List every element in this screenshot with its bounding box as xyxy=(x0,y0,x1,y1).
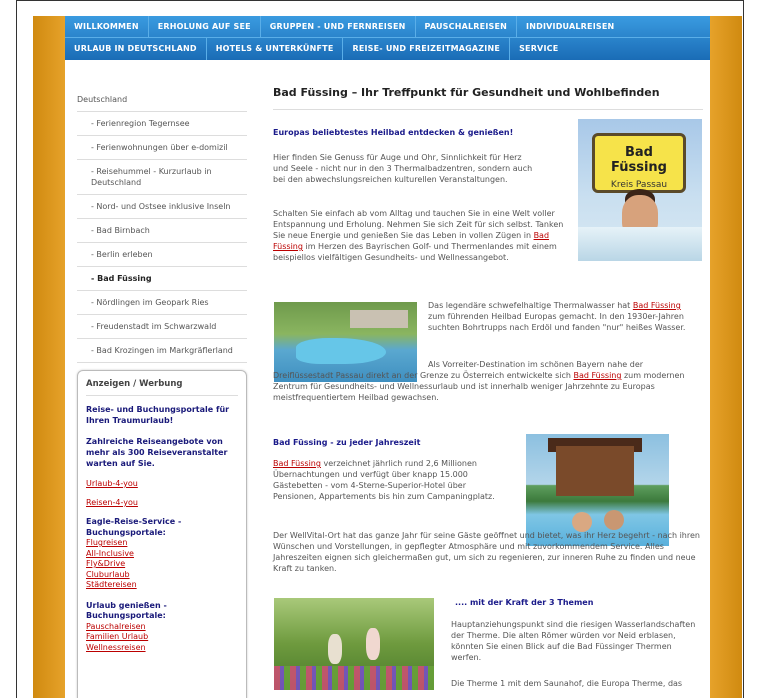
content-area: Deutschland - Ferienregion Tegernsee - F… xyxy=(65,60,710,698)
text-segment: zum führenden Heilbad Europas gemacht. I… xyxy=(428,312,686,332)
sidebar-item-deutschland[interactable]: Deutschland xyxy=(77,88,247,112)
building-shape xyxy=(350,310,408,328)
sidebar-item-bad-krozingen[interactable]: - Bad Krozingen im Markgräflerland xyxy=(77,339,247,363)
sidebar-item-berlin[interactable]: - Berlin erleben xyxy=(77,243,247,267)
left-orange-border xyxy=(33,16,65,698)
sidebar-item-reisehummel[interactable]: - Reisehummel - Kurzurlaub in Deutschlan… xyxy=(77,160,247,195)
person-shape xyxy=(572,512,592,532)
ad-link-staedtereisen[interactable]: Städtereisen xyxy=(86,580,238,591)
paragraph-therme-1: Die Therme 1 mit dem Saunahof, die Europ… xyxy=(451,679,683,688)
image-bad-fuessing-sign: Bad Füssing Kreis Passau xyxy=(578,119,702,261)
ad-box-title: Anzeigen / Werbung xyxy=(86,379,238,396)
ad-link-fly-drive[interactable]: Fly&Drive xyxy=(86,559,238,570)
nav-row-1: WILLKOMMEN ERHOLUNG AUF SEE GRUPPEN - UN… xyxy=(65,15,710,38)
ad-link-flugreisen[interactable]: Flugreisen xyxy=(86,538,238,549)
sidebar-item-noerdlingen[interactable]: - Nördlingen im Geopark Ries xyxy=(77,291,247,315)
section-heading-themen: .... mit der Kraft der 3 Themen xyxy=(455,598,594,607)
ad-link-cluburlaub[interactable]: Cluburlaub xyxy=(86,570,238,581)
nav-service[interactable]: SERVICE xyxy=(510,38,567,60)
ad-text-portale: Reise- und Buchungsportale für Ihren Tra… xyxy=(86,405,230,425)
text-segment: Das legendäre schwefelhaltige Thermalwas… xyxy=(428,301,633,310)
sidebar-item-e-domizil[interactable]: - Ferienwohnungen über e-domizil xyxy=(77,136,247,160)
cyclist-shape xyxy=(366,628,380,660)
paragraph-wellvital: Der WellVital-Ort hat das ganze Jahr für… xyxy=(273,531,700,573)
nav-individualreisen[interactable]: INDIVIDUALREISEN xyxy=(517,16,623,38)
sidebar-item-tegernsee[interactable]: - Ferienregion Tegernsee xyxy=(77,112,247,136)
link-bad-fuessing-3[interactable]: Bad Füssing xyxy=(573,371,621,380)
ad-group-eagle-title: Eagle-Reise-Service - Buchungsportale: xyxy=(86,517,182,537)
ad-group-geniessen-links: Pauschalreisen Familien Urlaub Wellnessr… xyxy=(86,622,238,654)
nav-row-2: URLAUB IN DEUTSCHLAND HOTELS & UNTERKÜNF… xyxy=(65,38,567,60)
frame-top-border xyxy=(16,0,744,1)
nav-reise-freizeitmagazine[interactable]: REISE- UND FREIZEITMAGAZINE xyxy=(343,38,511,60)
sign-graphic: Bad Füssing Kreis Passau xyxy=(592,133,686,193)
nav-willkommen[interactable]: WILLKOMMEN xyxy=(65,15,149,38)
ad-link-reisen-4-you[interactable]: Reisen-4-you xyxy=(86,498,238,507)
ad-link-all-inclusive[interactable]: All-Inclusive xyxy=(86,549,238,560)
paragraph-uebernachtungen: Bad Füssing verzeichnet jährlich rund 2,… xyxy=(273,458,509,502)
main-navigation: WILLKOMMEN ERHOLUNG AUF SEE GRUPPEN - UN… xyxy=(65,15,710,60)
paragraph-vorreiter: Als Vorreiter-Destination im schönen Bay… xyxy=(273,359,703,403)
sidebar-nav: Deutschland - Ferienregion Tegernsee - F… xyxy=(77,88,247,363)
sidebar-item-freudenstadt[interactable]: - Freudenstadt im Schwarzwald xyxy=(77,315,247,339)
link-bad-fuessing-2[interactable]: Bad Füssing xyxy=(633,301,681,310)
ad-link-wellnessreisen[interactable]: Wellnessreisen xyxy=(86,643,238,654)
sidebar-item-nord-ostsee[interactable]: - Nord- und Ostsee inklusive Inseln xyxy=(77,195,247,219)
link-bad-fuessing-4[interactable]: Bad Füssing xyxy=(273,459,321,468)
sign-title: Bad Füssing xyxy=(611,145,667,175)
person-shape xyxy=(604,510,624,530)
sidebar-item-bad-fuessing[interactable]: - Bad Füssing xyxy=(77,267,247,291)
flowers-shape xyxy=(274,666,434,690)
nav-urlaub-in-deutschland[interactable]: URLAUB IN DEUTSCHLAND xyxy=(65,38,207,60)
ad-box: Anzeigen / Werbung Reise- und Buchungspo… xyxy=(77,370,247,698)
paragraph-entspannung: Schalten Sie einfach ab vom Alltag und t… xyxy=(273,208,573,263)
ad-group-eagle-links: Flugreisen All-Inclusive Fly&Drive Clubu… xyxy=(86,538,238,591)
image-cyclists xyxy=(274,598,434,690)
main-article: Bad Füssing – Ihr Treffpunkt für Gesundh… xyxy=(273,86,703,110)
paragraph-wasserlandschaften: Hauptanziehungspunkt sind die riesigen W… xyxy=(451,620,696,662)
paragraph-genuss: Hier finden Sie Genuss für Auge und Ohr,… xyxy=(273,153,533,184)
text-segment: Schalten Sie einfach ab vom Alltag und t… xyxy=(273,209,564,240)
ad-text-angebote: Zahlreiche Reiseangebote von mehr als 30… xyxy=(86,437,228,468)
page-title: Bad Füssing – Ihr Treffpunkt für Gesundh… xyxy=(273,86,703,110)
cyclist-shape xyxy=(328,634,342,664)
section-heading-heilbad: Europas beliebtestes Heilbad entdecken &… xyxy=(273,128,514,137)
ad-link-urlaub-4-you[interactable]: Urlaub-4-you xyxy=(86,479,238,488)
sidebar-item-bad-birnbach[interactable]: - Bad Birnbach xyxy=(77,219,247,243)
nav-pauschalreisen[interactable]: PAUSCHALREISEN xyxy=(416,15,518,38)
text-segment: im Herzen des Bayrischen Golf- und Therm… xyxy=(273,242,557,262)
water-splash xyxy=(578,227,702,261)
ad-group-geniessen-title: Urlaub genießen - Buchungsportale: xyxy=(86,600,167,621)
house-shape xyxy=(556,446,634,496)
nav-hotels-unterkuenfte[interactable]: HOTELS & UNTERKÜNFTE xyxy=(207,38,344,60)
ad-link-familien-urlaub[interactable]: Familien Urlaub xyxy=(86,632,238,643)
ad-link-pauschalreisen[interactable]: Pauschalreisen xyxy=(86,622,238,633)
paragraph-thermalwasser: Das legendäre schwefelhaltige Thermalwas… xyxy=(428,300,698,333)
nav-erholung-auf-see[interactable]: ERHOLUNG AUF SEE xyxy=(149,15,261,38)
section-heading-jahreszeit: Bad Füssing - zu jeder Jahreszeit xyxy=(273,438,421,447)
nav-gruppen-fernreisen[interactable]: GRUPPEN - UND FERNREISEN xyxy=(261,15,416,38)
right-orange-border xyxy=(710,16,742,698)
